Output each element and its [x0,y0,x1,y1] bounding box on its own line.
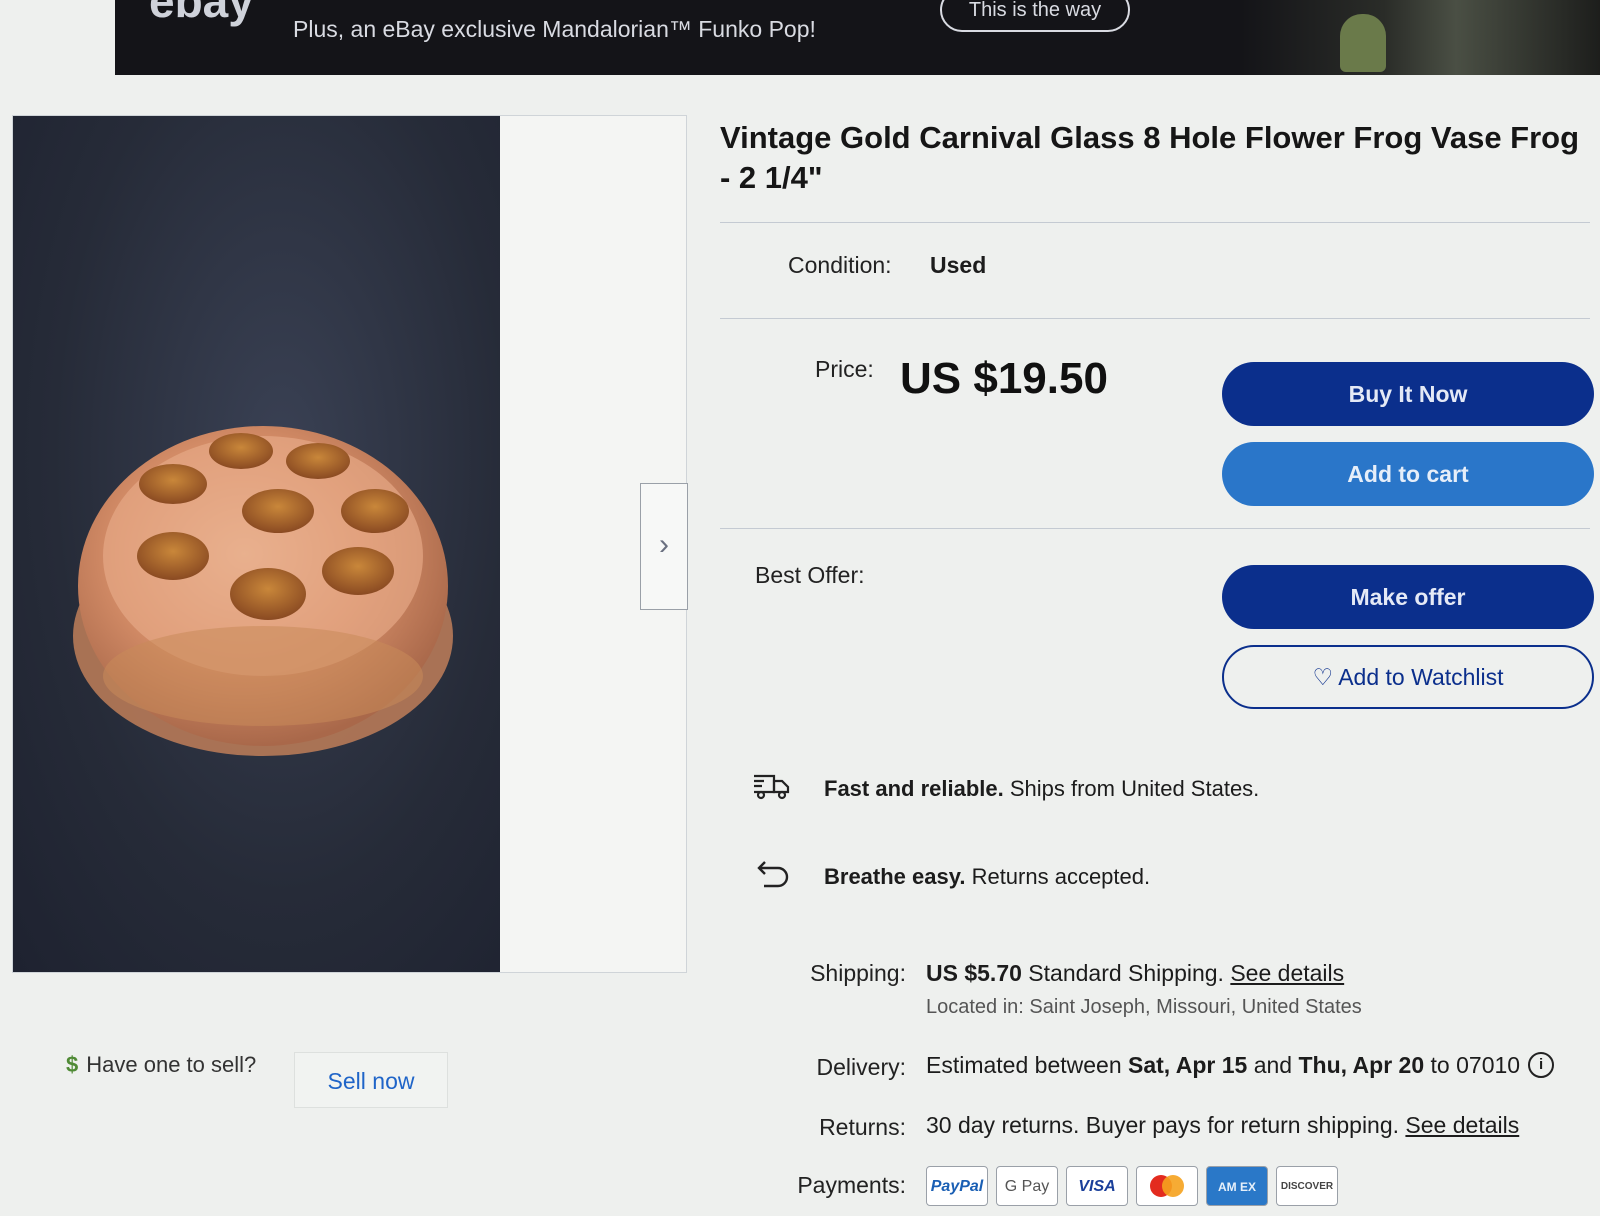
heart-icon: ♡ [1312,664,1339,690]
shipping-value: US $5.70 Standard Shipping. See details [926,960,1344,987]
add-to-watchlist-button[interactable]: ♡ Add to Watchlist [1222,645,1594,709]
payments-label: Payments: [797,1172,906,1198]
divider [720,222,1590,223]
best-offer-label: Best Offer: [755,562,865,588]
shipping-method: Standard Shipping. [1021,960,1231,986]
visa-icon: VISA [1066,1166,1128,1206]
next-image-button[interactable]: › [640,483,688,610]
shipping-feature: Fast and reliable. Ships from United Sta… [752,772,1259,808]
shipping-feature-text: Ships from United States. [1003,775,1260,801]
delivery-start: Sat, Apr 15 [1128,1052,1248,1078]
delivery-value: Estimated between Sat, Apr 15 and Thu, A… [926,1052,1555,1079]
sell-question: Have one to sell? [86,1052,257,1077]
banner-figure-image [1340,14,1386,72]
delivery-prefix: Estimated between [926,1052,1129,1078]
info-icon[interactable]: i [1528,1052,1555,1078]
truck-icon [752,772,792,808]
returns-see-details-link[interactable]: See details [1405,1112,1519,1138]
delivery-end: Thu, Apr 20 [1298,1052,1425,1078]
returns-text: 30 day returns. Buyer pays for return sh… [926,1112,1406,1138]
returns-feature-bold: Breathe easy. [824,863,966,889]
discover-icon: DISCOVER [1276,1166,1338,1206]
divider [720,528,1590,529]
divider [720,318,1590,319]
shipping-see-details-link[interactable]: See details [1230,960,1344,986]
shipping-price: US $5.70 [926,960,1022,986]
item-location: Located in: Saint Joseph, Missouri, Unit… [926,996,1362,1018]
returns-value: 30 day returns. Buyer pays for return sh… [926,1112,1519,1139]
ebay-logo: ebay [149,0,254,27]
returns-feature-text: Returns accepted. [965,863,1151,889]
amex-icon: AM EX [1206,1166,1268,1206]
banner-image [1240,0,1600,75]
promo-banner[interactable]: ebay Plus, an eBay exclusive Mandalorian… [115,0,1600,75]
product-photo[interactable] [13,116,500,972]
delivery-zip[interactable]: to 07010 [1424,1052,1521,1078]
banner-cta-button[interactable]: This is the way [940,0,1130,32]
flower-frog-image [73,426,453,756]
returns-label: Returns: [819,1114,906,1140]
returns-feature: Breathe easy. Returns accepted. [752,858,1150,898]
paypal-icon: PayPal [926,1166,988,1206]
delivery-and: and [1247,1052,1299,1078]
image-gallery: › [12,115,688,973]
banner-promo-text: Plus, an eBay exclusive Mandalorian™ Fun… [293,16,816,42]
sell-prompt: $ Have one to sell? [66,1052,256,1078]
condition-label: Condition: [788,252,892,278]
make-offer-button[interactable]: Make offer [1222,565,1594,629]
watchlist-label: Add to Watchlist [1338,664,1504,690]
buy-it-now-button[interactable]: Buy It Now [1222,362,1594,426]
sell-now-button[interactable]: Sell now [294,1052,448,1108]
price-label: Price: [815,356,874,382]
delivery-label: Delivery: [816,1054,906,1080]
condition-value: Used [930,252,987,278]
listing-title: Vintage Gold Carnival Glass 8 Hole Flowe… [720,120,1580,195]
google-pay-icon: G Pay [996,1166,1058,1206]
add-to-cart-button[interactable]: Add to cart [1222,442,1594,506]
mastercard-icon [1136,1166,1198,1206]
chevron-right-icon: › [659,528,669,561]
shipping-label: Shipping: [810,960,906,986]
return-arrow-icon [752,858,792,898]
dollar-icon: $ [66,1052,79,1077]
price-value: US $19.50 [900,354,1108,403]
shipping-feature-bold: Fast and reliable. [824,775,1004,801]
